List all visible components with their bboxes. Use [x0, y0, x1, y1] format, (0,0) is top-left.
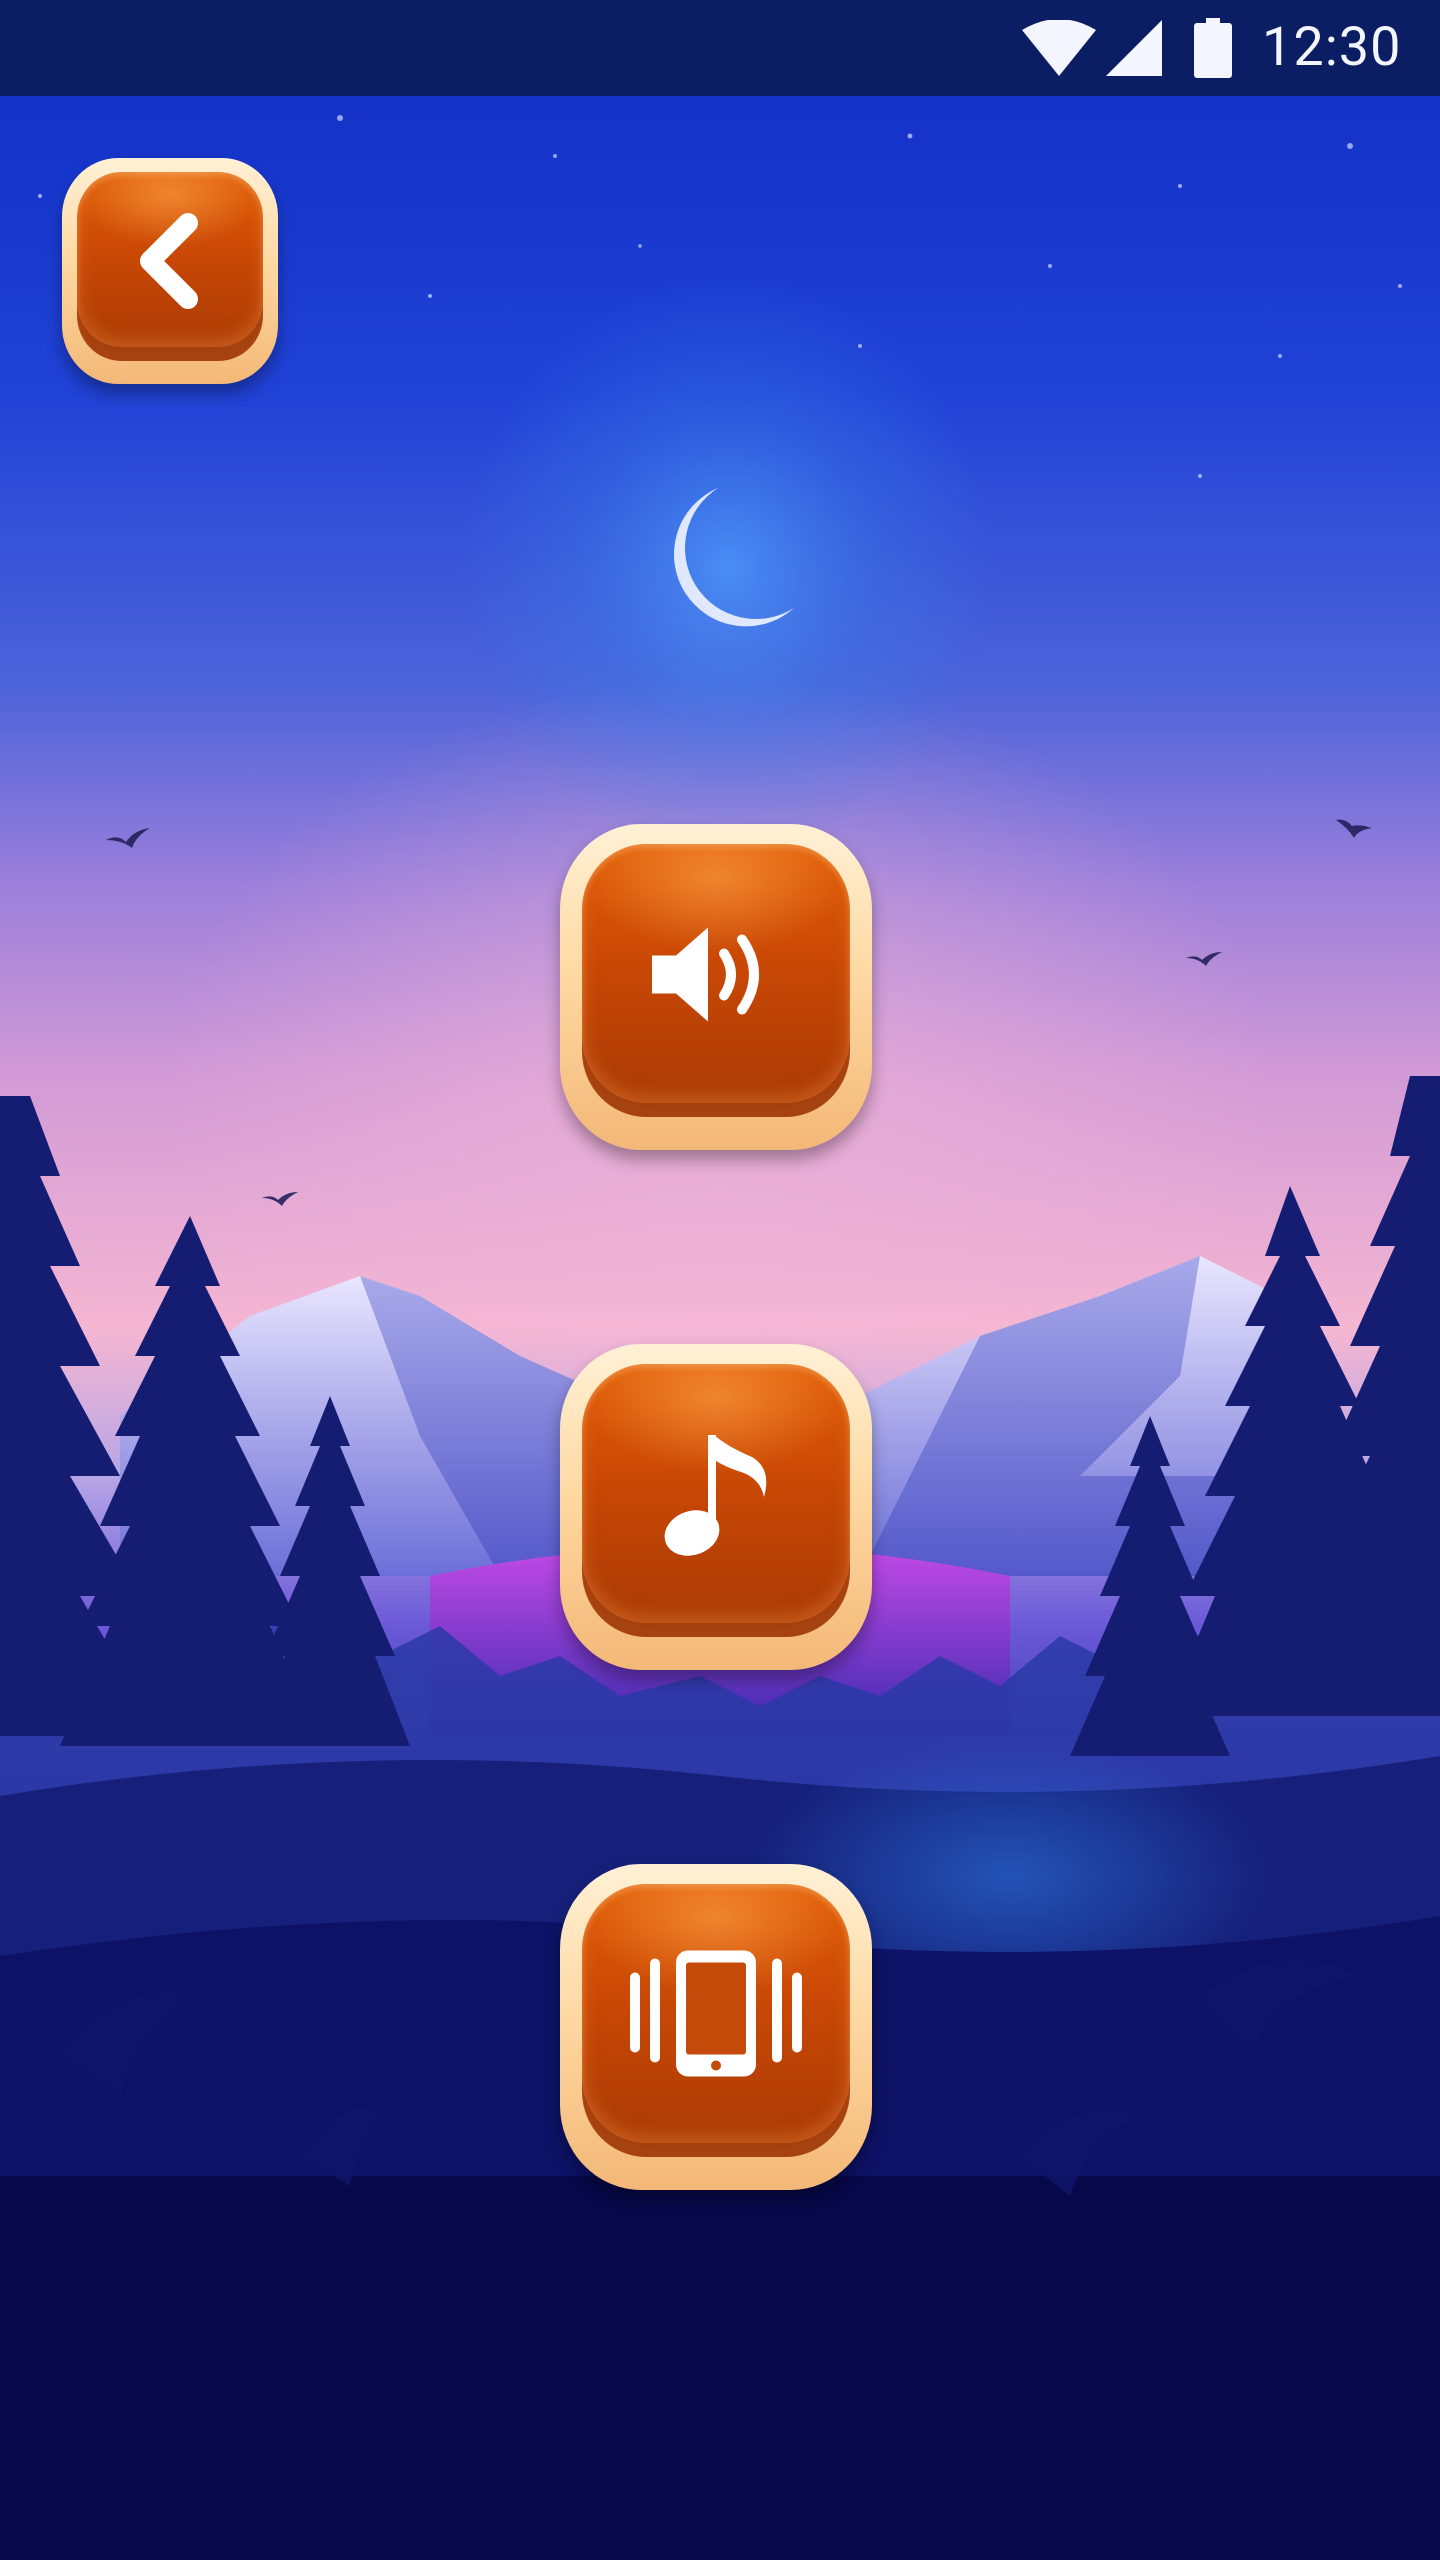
speaker-volume-icon — [652, 927, 759, 1022]
phone-vibrate-icon — [630, 1950, 802, 2077]
music-toggle-button[interactable] — [560, 1344, 872, 1670]
back-button[interactable] — [62, 158, 278, 384]
status-time: 12:30 — [1262, 16, 1402, 79]
cellular-signal-icon — [1106, 20, 1162, 76]
battery-icon — [1194, 18, 1232, 78]
wifi-icon — [1022, 20, 1096, 76]
chevron-left-icon — [140, 213, 198, 310]
sound-toggle-button[interactable] — [560, 824, 872, 1150]
status-bar: 12:30 — [0, 0, 1440, 96]
night-landscape-background — [0, 96, 1440, 2560]
vibration-toggle-button[interactable] — [560, 1864, 872, 2190]
settings-screen: 12:30 — [0, 0, 1440, 2560]
music-note-icon — [664, 1435, 767, 1557]
